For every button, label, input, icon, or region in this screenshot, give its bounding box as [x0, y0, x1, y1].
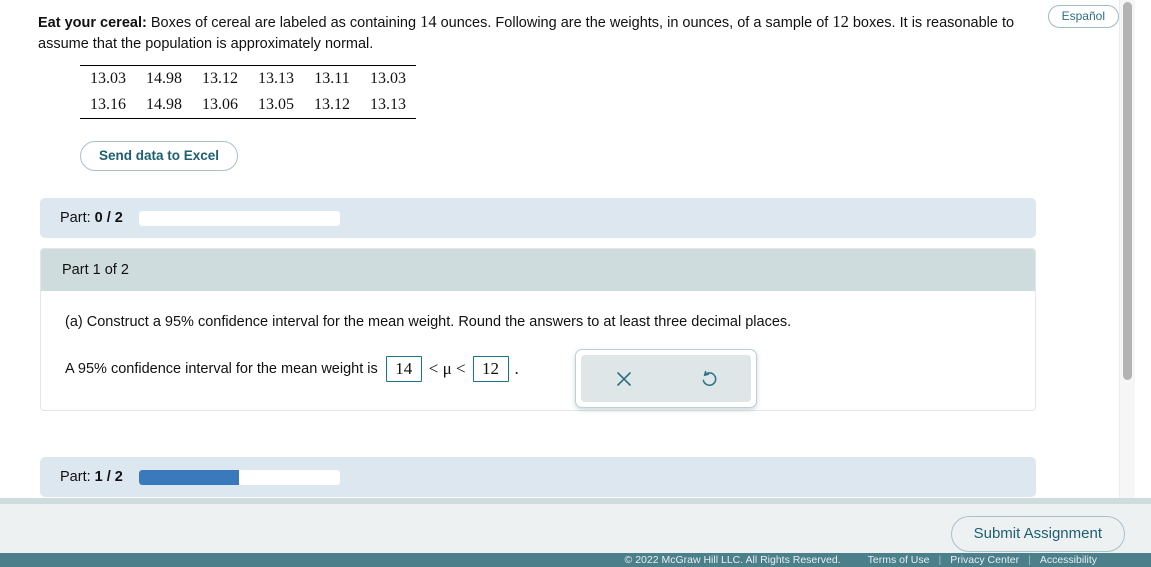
answer-lead-text: A 95% confidence interval for the mean w…	[65, 361, 378, 377]
data-cell: 13.03	[80, 65, 136, 92]
part-progress-label-0: Part: 0 / 2	[60, 210, 123, 226]
footer-separator: |	[938, 554, 942, 566]
data-cell: 13.12	[304, 92, 360, 119]
progress-track-1	[138, 469, 340, 485]
sample-size-value: 12	[832, 12, 849, 31]
privacy-center-link[interactable]: Privacy Center	[950, 554, 1019, 566]
data-cell: 14.98	[136, 65, 192, 92]
table-row: 13.16 14.98 13.06 13.05 13.12 13.13	[80, 92, 416, 119]
x-close-icon	[614, 369, 634, 389]
part-progress-bar-0: Part: 0 / 2	[40, 198, 1036, 238]
tool-palette-inner	[581, 355, 751, 402]
data-cell: 13.13	[360, 92, 416, 119]
answer-tool-palette	[575, 349, 757, 408]
labeled-ounces-value: 14	[420, 12, 437, 31]
data-cell: 13.03	[360, 65, 416, 92]
copyright-text: © 2022 McGraw Hill LLC. All Rights Reser…	[624, 554, 841, 566]
data-cell: 14.98	[136, 92, 192, 119]
content-scroll-area: Español Eat your cereal: Boxes of cereal…	[0, 0, 1135, 498]
undo-answer-button[interactable]	[687, 360, 731, 398]
vertical-scrollbar[interactable]	[1119, 0, 1135, 498]
scrollbar-thumb[interactable]	[1123, 2, 1132, 380]
data-cell: 13.12	[192, 65, 248, 92]
problem-text-2: ounces. Following are the weights, in ou…	[436, 15, 833, 31]
problem-statement: Eat your cereal: Boxes of cereal are lab…	[38, 11, 1028, 55]
sample-data-table: 13.03 14.98 13.12 13.13 13.11 13.03 13.1…	[80, 65, 416, 119]
question-prompt: (a) Construct a 95% confidence interval …	[65, 314, 792, 330]
footer-action-bar: Submit Assignment	[0, 504, 1151, 553]
question-card-part-1: Part 1 of 2 (a) Construct a 95% confiden…	[40, 248, 1036, 411]
upper-bound-input[interactable]	[472, 356, 509, 382]
espanol-toggle-button[interactable]: Español	[1047, 5, 1119, 28]
part-progress-label-1: Part: 1 / 2	[60, 469, 123, 485]
progress-track-0	[138, 210, 340, 226]
part-progress-bar-1: Part: 1 / 2	[40, 457, 1036, 497]
lower-bound-input[interactable]	[385, 356, 422, 382]
data-cell: 13.13	[248, 65, 304, 92]
table-row: 13.03 14.98 13.12 13.13 13.11 13.03	[80, 65, 416, 92]
part-label-value: 1 / 2	[94, 469, 123, 485]
part-label-prefix: Part:	[60, 210, 95, 226]
sample-data-table-wrapper: 13.03 14.98 13.12 13.13 13.11 13.03 13.1…	[80, 65, 416, 119]
clear-answer-button[interactable]	[602, 360, 646, 398]
submit-assignment-button[interactable]: Submit Assignment	[950, 516, 1125, 552]
legal-footer-bar: © 2022 McGraw Hill LLC. All Rights Reser…	[0, 553, 1151, 567]
assignment-page: Español Eat your cereal: Boxes of cereal…	[0, 0, 1151, 567]
inequality-left-symbol: < μ <	[428, 359, 466, 378]
question-card-header: Part 1 of 2	[41, 249, 1035, 291]
send-data-to-excel-button[interactable]: Send data to Excel	[80, 141, 239, 171]
progress-fill-1	[138, 469, 240, 485]
undo-circular-arrow-icon	[699, 369, 719, 389]
data-cell: 13.05	[248, 92, 304, 119]
problem-title: Eat your cereal:	[38, 15, 147, 31]
data-cell: 13.06	[192, 92, 248, 119]
data-cell: 13.16	[80, 92, 136, 119]
accessibility-link[interactable]: Accessibility	[1040, 554, 1097, 566]
answer-row: A 95% confidence interval for the mean w…	[65, 356, 1035, 382]
footer-separator: |	[1028, 554, 1031, 566]
problem-text-1: Boxes of cereal are labeled as containin…	[146, 15, 421, 31]
part-label-value: 0 / 2	[94, 210, 123, 226]
trailing-period: .	[514, 359, 519, 378]
question-card-body: (a) Construct a 95% confidence interval …	[41, 291, 1035, 410]
data-cell: 13.11	[304, 65, 360, 92]
terms-of-use-link[interactable]: Terms of Use	[868, 554, 930, 566]
part-label-prefix: Part:	[60, 469, 95, 485]
